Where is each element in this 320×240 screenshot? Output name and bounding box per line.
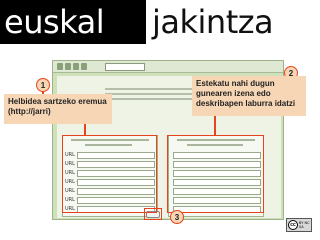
logo-euskal: euskal bbox=[0, 0, 146, 44]
toolbar-button[interactable] bbox=[81, 63, 87, 70]
callout-2-pointer bbox=[214, 116, 216, 135]
toolbar-select[interactable] bbox=[105, 63, 145, 71]
toolbar-button[interactable] bbox=[73, 63, 79, 70]
logo-jakintza: jakintza bbox=[152, 3, 274, 41]
editor-toolbar bbox=[53, 61, 283, 73]
submit-button-highlight bbox=[144, 208, 162, 220]
license-text: BY NC SA bbox=[299, 221, 310, 229]
callout-1-pointer bbox=[84, 124, 86, 135]
callout-1-text: Helbidea sartzeko eremua (http://jarri) bbox=[4, 94, 112, 124]
description-panel-highlight bbox=[167, 135, 264, 213]
toolbar-button[interactable] bbox=[65, 63, 71, 70]
callout-1-badge: 1 bbox=[36, 78, 50, 92]
creative-commons-icon: cc bbox=[288, 220, 298, 230]
toolbar-button[interactable] bbox=[57, 63, 63, 70]
license-badge: cc BY NC SA bbox=[286, 218, 312, 232]
callout-3-badge: 3 bbox=[170, 210, 184, 224]
url-panel-highlight bbox=[62, 135, 157, 213]
callout-2-text: Estekatu nahi dugun gunearen izena edo d… bbox=[192, 76, 306, 116]
